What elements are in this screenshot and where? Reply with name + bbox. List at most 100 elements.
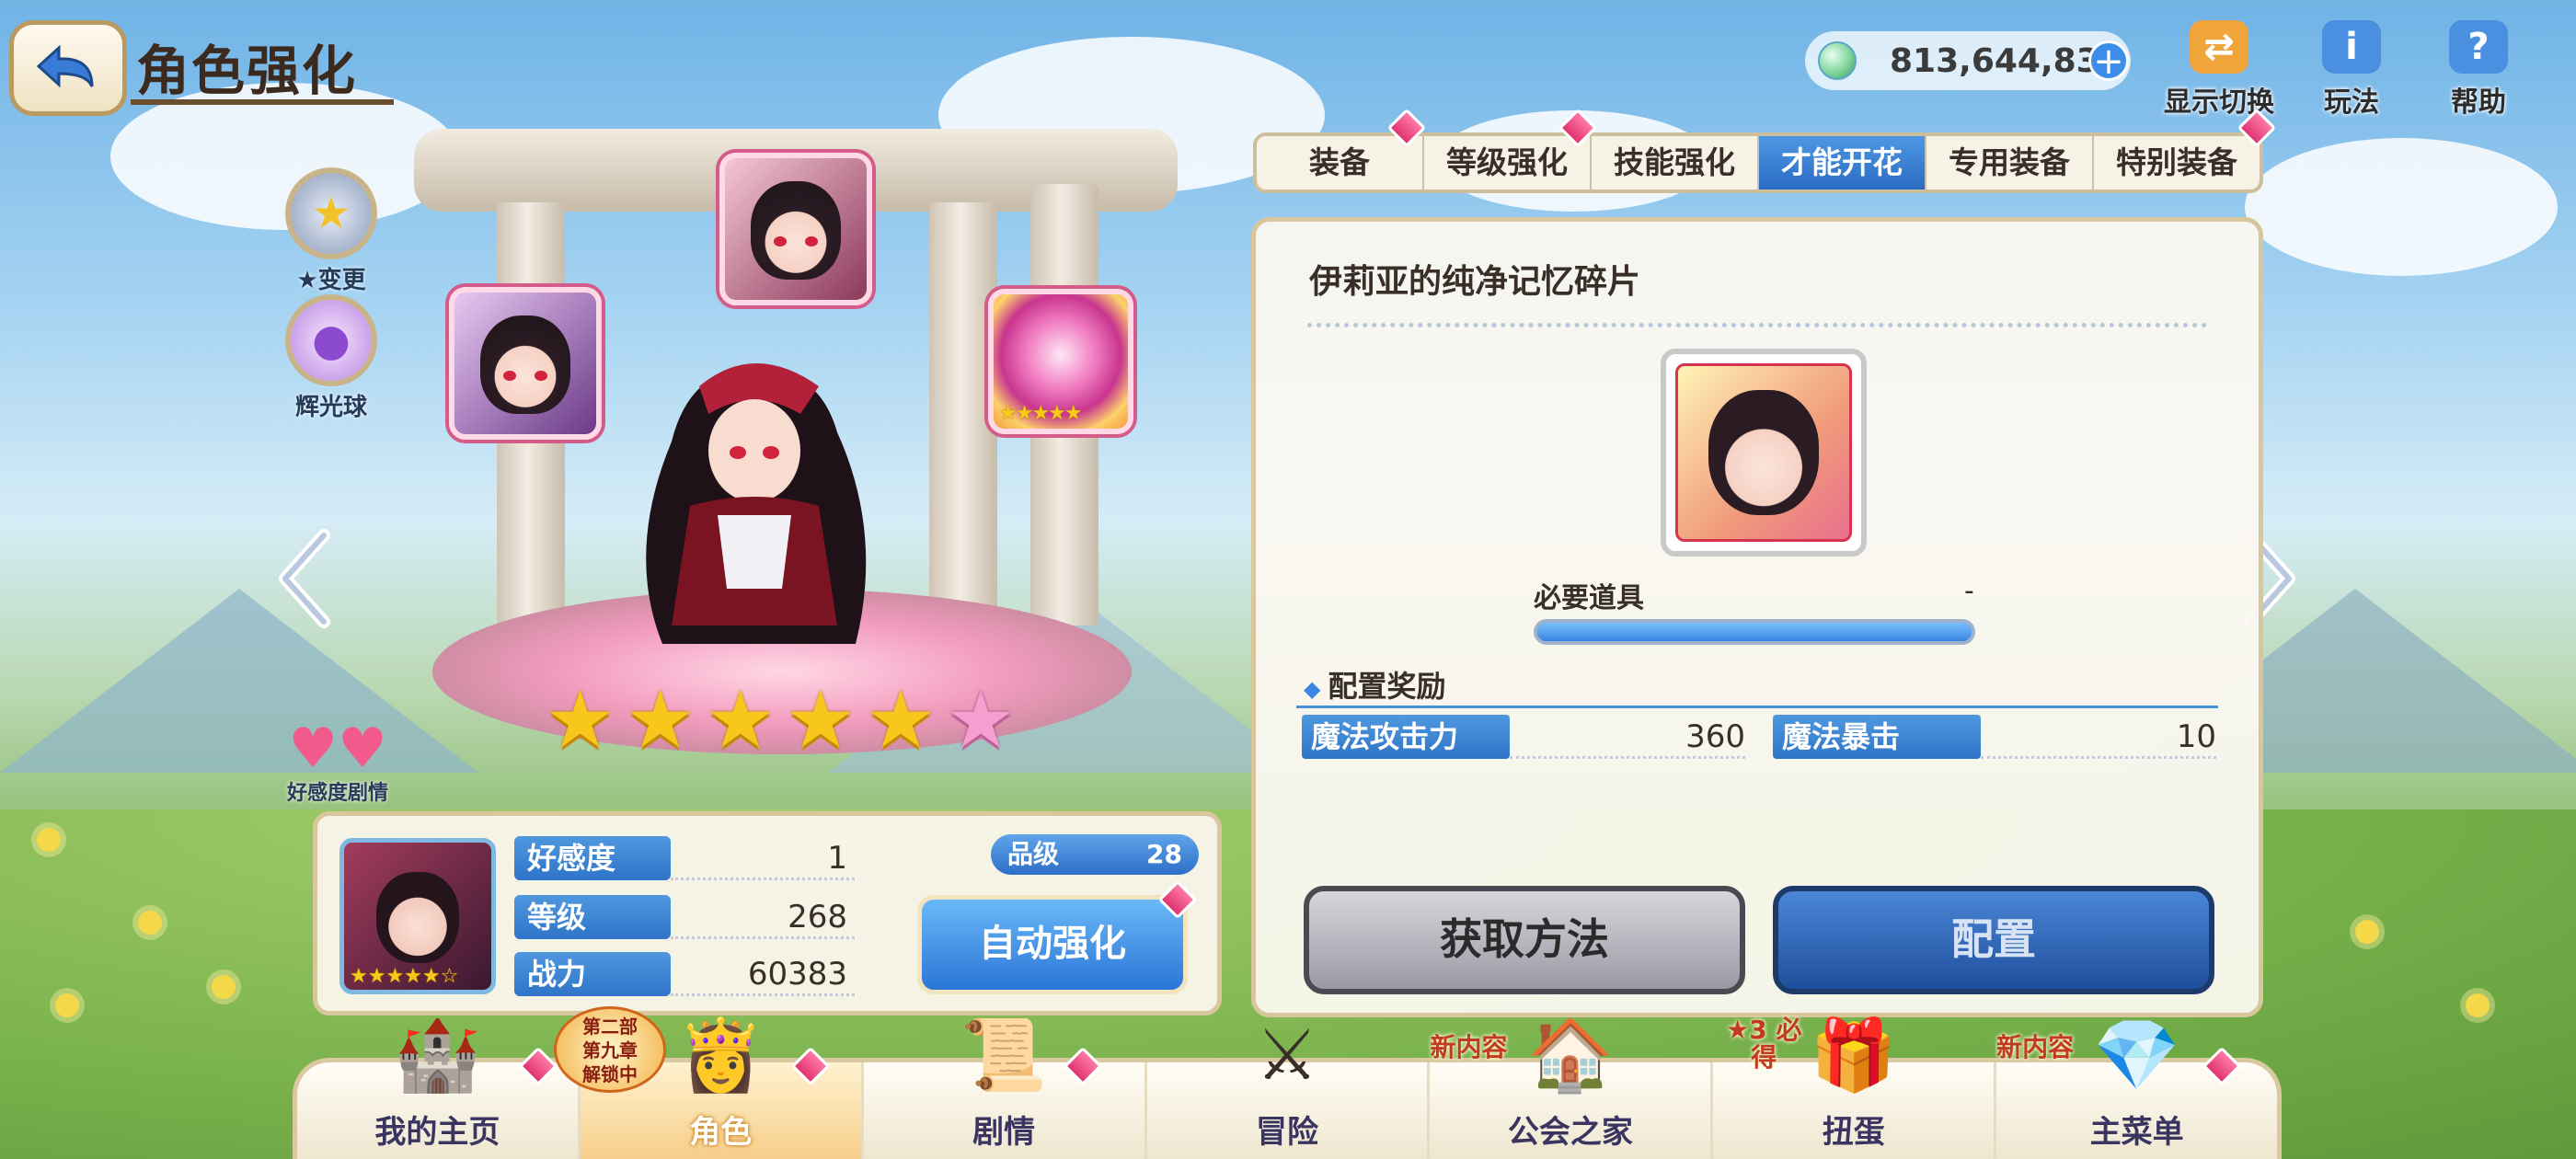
title-divider xyxy=(1307,323,2207,327)
equip-reward-header: ◆ 配置奖励 xyxy=(1304,663,1445,706)
level-label: 等级 xyxy=(514,895,671,939)
star-icon: ★ xyxy=(545,674,616,766)
reward-label: 魔法攻击力 xyxy=(1302,715,1510,759)
affinity-value: 1 xyxy=(671,836,855,880)
how-to-play-label: 玩法 xyxy=(2324,86,2379,119)
character-status-panel: ★★★★★☆ 好感度 1 等级 268 战力 60383 品级 28 自动强化 xyxy=(313,811,1222,1016)
guild-house-icon: 🏠 xyxy=(1526,1014,1615,1096)
display-switch-icon: ⇄ xyxy=(2190,20,2248,74)
castle-icon: 🏰 xyxy=(394,1014,481,1096)
rarity-stars[interactable]: ★ ★ ★ ★ ★ ★ xyxy=(545,681,1017,760)
reward-value: 10 xyxy=(1981,715,2216,759)
nav-label: 剧情 xyxy=(972,1114,1036,1151)
hearts-icon: ♥♥ xyxy=(288,717,387,781)
pink-star-icon: ★ xyxy=(945,674,1017,766)
equip-button[interactable]: 配置 xyxy=(1773,886,2214,994)
nav-main-menu[interactable]: 💎 新内容 主菜单 xyxy=(1996,1014,2277,1159)
memory-piece-title: 伊莉亚的纯净记忆碎片 xyxy=(1309,263,1641,301)
glow-orb-label: 辉光球 xyxy=(294,394,367,421)
nav-label: 角色 xyxy=(689,1114,753,1151)
avatar-stars: ★★★★★☆ xyxy=(350,965,459,988)
star-change-icon: ★ xyxy=(285,167,377,259)
page-title: 角色强化 xyxy=(136,40,358,102)
affinity-story-button[interactable]: ♥♥ 好感度剧情 xyxy=(278,721,397,806)
help-button[interactable]: ? 帮助 xyxy=(2423,20,2534,120)
how-to-play-button[interactable]: i 玩法 xyxy=(2296,20,2407,120)
chapter-unlock-badge[interactable]: 第二部 第九章 解锁中 xyxy=(554,1006,666,1093)
nav-story[interactable]: 📜 剧情 xyxy=(864,1014,1147,1159)
scroll-icon: 📜 xyxy=(960,1014,1048,1096)
help-label: 帮助 xyxy=(2451,86,2506,119)
title-underline xyxy=(131,99,394,105)
tab-unique-equipment[interactable]: 专用装备 xyxy=(1926,136,2094,189)
equip-reward-label: 配置奖励 xyxy=(1328,669,1446,704)
star-change-button[interactable]: ★ ★变更 xyxy=(276,167,386,295)
diamond-bullet-icon: ◆ xyxy=(1304,676,1321,702)
jewel-icon xyxy=(1818,41,1857,80)
back-button[interactable] xyxy=(9,20,127,116)
rank-value: 28 xyxy=(1146,839,1182,869)
tab-equipment[interactable]: 装备 xyxy=(1257,136,1424,189)
star-icon: ★ xyxy=(705,674,776,766)
character-icon: 👸 xyxy=(676,1014,765,1096)
pure-memory-orb-icon[interactable]: ★★★★★ xyxy=(988,289,1133,434)
nav-label: 我的主页 xyxy=(374,1114,500,1151)
new-content-badge: 新内容 xyxy=(1430,1032,1508,1062)
nav-adventure[interactable]: ⚔ 冒险 xyxy=(1147,1014,1431,1159)
add-currency-button[interactable]: + xyxy=(2088,40,2129,81)
chapter-badge-line: 解锁中 xyxy=(582,1063,638,1085)
reward-label: 魔法暴击 xyxy=(1773,715,1981,759)
required-item-progress xyxy=(1534,619,1975,645)
power-label: 战力 xyxy=(514,952,671,996)
memory-piece-icon xyxy=(1675,363,1852,542)
star-icon: ★ xyxy=(785,674,857,766)
character-sprite[interactable] xyxy=(607,350,902,653)
currency-value: 813,644,836 xyxy=(1890,41,2122,80)
nav-label: 主菜单 xyxy=(2089,1114,2184,1151)
level-value: 268 xyxy=(671,895,855,939)
power-value: 60383 xyxy=(671,952,855,996)
tab-level-up[interactable]: 等级强化 xyxy=(1424,136,1592,189)
talent-bloom-panel: 伊莉亚的纯净记忆碎片 必要道具 - ◆ 配置奖励 魔法攻击力 360 魔法暴击 1… xyxy=(1251,217,2263,1017)
nav-guild-house[interactable]: 🏠 新内容 公会之家 xyxy=(1430,1014,1714,1159)
back-arrow-icon xyxy=(36,44,94,88)
crystal-icon: 💎 xyxy=(2093,1014,2180,1096)
rank-label: 品级 xyxy=(1007,839,1060,869)
nav-label: 公会之家 xyxy=(1507,1114,1633,1151)
reward-value: 360 xyxy=(1510,715,1745,759)
glow-orb-icon: ● xyxy=(285,294,377,386)
required-item-value: - xyxy=(1964,575,1974,607)
chapter-badge-line: 第九章 xyxy=(582,1039,638,1061)
info-icon: i xyxy=(2322,20,2381,74)
reward-divider xyxy=(1296,706,2218,708)
tab-special-equipment[interactable]: 特别装备 xyxy=(2094,136,2260,189)
required-item-progress-fill xyxy=(1537,623,1972,641)
nav-label: 扭蛋 xyxy=(1822,1114,1885,1151)
orb-stars: ★★★★★ xyxy=(999,402,1083,425)
rank-badge: 品级 28 xyxy=(991,834,1199,875)
glow-orb-button[interactable]: ● 辉光球 xyxy=(276,294,386,422)
memory-piece-slot[interactable] xyxy=(1661,349,1867,557)
star-change-label: ★变更 xyxy=(296,267,366,294)
how-to-get-button[interactable]: 获取方法 xyxy=(1304,886,1745,994)
guaranteed-3star-badge: ★3 必得 xyxy=(1726,1015,1802,1073)
star-icon: ★ xyxy=(625,674,696,766)
outfit-portrait-top[interactable] xyxy=(719,153,872,305)
star-icon: ★ xyxy=(865,674,937,766)
tab-skill-up[interactable]: 技能强化 xyxy=(1592,136,1759,189)
required-item-label: 必要道具 xyxy=(1534,582,1644,614)
auto-enhance-button[interactable]: 自动强化 xyxy=(917,895,1188,994)
sword-icon: ⚔ xyxy=(1255,1014,1319,1096)
chapter-badge-line: 第二部 xyxy=(582,1016,638,1038)
tab-talent-bloom[interactable]: 才能开花 xyxy=(1759,136,1926,189)
display-switch-button[interactable]: ⇄ 显示切换 xyxy=(2164,20,2274,120)
previous-character-arrow-icon[interactable] xyxy=(272,528,337,629)
affinity-label: 好感度 xyxy=(514,836,671,880)
help-icon: ? xyxy=(2449,20,2508,74)
character-avatar[interactable]: ★★★★★☆ xyxy=(339,838,496,994)
new-content-badge: 新内容 xyxy=(1996,1032,2075,1062)
nav-label: 冒险 xyxy=(1256,1114,1318,1151)
nav-gacha[interactable]: 🎁 ★3 必得 扭蛋 xyxy=(1713,1014,1997,1159)
outfit-portrait-left[interactable] xyxy=(449,287,602,440)
affinity-story-label: 好感度剧情 xyxy=(286,782,388,805)
